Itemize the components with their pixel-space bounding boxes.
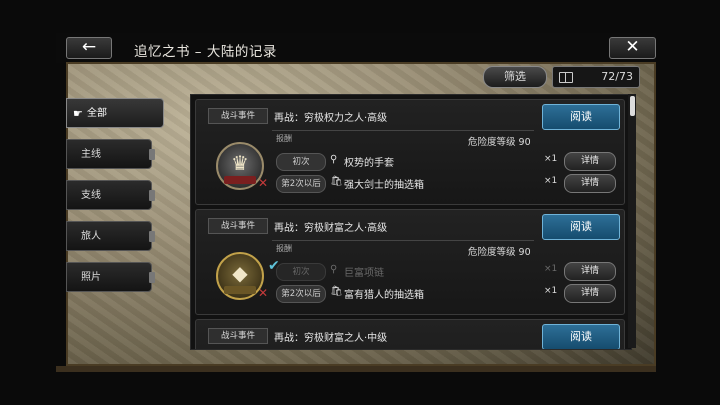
tab-notch-icon xyxy=(149,149,155,160)
sidebar-item-side[interactable]: 支线 xyxy=(66,180,155,210)
chest-icon: 🛍 xyxy=(330,286,343,297)
filter-button[interactable]: 筛选 xyxy=(483,66,547,88)
reward-quantity: ×1 xyxy=(544,154,558,164)
gauntlet-icon: ⚲ xyxy=(330,154,338,165)
sidebar-item-label: 支线 xyxy=(81,190,101,201)
reward-row: 第2次以后 🛍 强大剑士的抽选箱 ×1 详情 xyxy=(274,174,620,193)
sidebar-item-photo[interactable]: 照片 xyxy=(66,262,155,292)
reward-quantity: ×1 xyxy=(544,286,558,296)
tab-notch-icon xyxy=(149,190,155,201)
pointer-hand-icon: ☛ xyxy=(73,107,83,120)
reward-item-name: 富有猎人的抽选箱 xyxy=(344,290,424,301)
reward-item-name: 强大剑士的抽选箱 xyxy=(344,180,424,191)
scroll-thumb[interactable] xyxy=(630,96,635,116)
detail-button[interactable]: 详情 xyxy=(564,152,616,171)
counter-value: 72/73 xyxy=(601,70,633,83)
close-icon: ✕ xyxy=(625,37,640,57)
necklace-icon: ⚲ xyxy=(330,264,338,275)
read-button[interactable]: 阅读 xyxy=(542,214,620,240)
sidebar-item-label: 全部 xyxy=(87,108,107,119)
sidebar-item-main[interactable]: 主线 xyxy=(66,139,155,169)
event-type-badge: 战斗事件 xyxy=(208,218,268,234)
list-scrollbar[interactable] xyxy=(628,94,636,348)
first-clear-tag: 初次 xyxy=(276,263,326,281)
card-title: 再战：穷极财富之人·中级 xyxy=(274,333,388,344)
page-title: 追忆之书 – 大陆的记录 xyxy=(134,44,277,60)
sidebar-item-all[interactable]: ☛ 全部 xyxy=(66,98,164,128)
record-card: 战斗事件 再战：穷极权力之人·高级 阅读 报酬 危险度等级 90 ♛ ✕ 初次 … xyxy=(195,99,625,205)
detail-button[interactable]: 详情 xyxy=(564,262,616,281)
sidebar-item-label: 主线 xyxy=(81,149,101,160)
crossed-swords-icon: ✕ xyxy=(257,286,268,300)
detail-button[interactable]: 详情 xyxy=(564,174,616,193)
reward-quantity: ×1 xyxy=(544,264,558,274)
read-button[interactable]: 阅读 xyxy=(542,324,620,349)
repeat-clear-tag: 第2次以后 xyxy=(276,285,326,303)
divider xyxy=(272,240,534,241)
danger-level: 危险度等级 90 xyxy=(468,137,531,148)
collection-counter: 72/73 xyxy=(552,66,640,88)
gem-emblem-icon: ◆ ✕ xyxy=(216,252,268,300)
record-list: 战斗事件 再战：穷极权力之人·高级 阅读 报酬 危险度等级 90 ♛ ✕ 初次 … xyxy=(190,94,632,350)
back-arrow-icon: ← xyxy=(81,37,97,57)
detail-button[interactable]: 详情 xyxy=(564,284,616,303)
sidebar-item-label: 旅人 xyxy=(81,231,101,242)
card-title: 再战：穷极权力之人·高级 xyxy=(274,113,388,124)
crossed-swords-icon: ✕ xyxy=(257,176,268,190)
reward-row: 初次 ⚲ 权势的手套 ×1 详情 xyxy=(274,152,620,171)
record-card: 战斗事件 再战：穷极财富之人·高级 阅读 报酬 危险度等级 90 ◆ ✕ ✔ 初… xyxy=(195,209,625,315)
tab-notch-icon xyxy=(149,231,155,242)
reward-label: 报酬 xyxy=(276,134,292,143)
book-icon xyxy=(559,72,573,83)
reward-item-name: 权势的手套 xyxy=(344,158,394,169)
divider xyxy=(272,130,534,131)
reward-row: 第2次以后 🛍 富有猎人的抽选箱 ×1 详情 xyxy=(274,284,620,303)
reward-item-name: 巨富项链 xyxy=(344,268,384,279)
chest-icon: 🛍 xyxy=(330,176,343,187)
reward-row: ✔ 初次 ⚲ 巨富项链 ×1 详情 xyxy=(268,258,620,281)
back-button[interactable]: ← xyxy=(66,37,112,59)
sidebar-item-traveler[interactable]: 旅人 xyxy=(66,221,155,251)
card-title: 再战：穷极财富之人·高级 xyxy=(274,223,388,234)
event-type-badge: 战斗事件 xyxy=(208,328,268,344)
bottom-border xyxy=(56,366,656,372)
tab-notch-icon xyxy=(149,272,155,283)
read-button[interactable]: 阅读 xyxy=(542,104,620,130)
first-clear-tag: 初次 xyxy=(276,153,326,171)
event-type-badge: 战斗事件 xyxy=(208,108,268,124)
danger-level: 危险度等级 90 xyxy=(468,247,531,258)
record-card: 战斗事件 再战：穷极财富之人·中级 阅读 xyxy=(195,319,625,349)
close-button[interactable]: ✕ xyxy=(609,37,656,59)
crown-emblem-icon: ♛ ✕ xyxy=(216,142,268,190)
reward-quantity: ×1 xyxy=(544,176,558,186)
sidebar-item-label: 照片 xyxy=(81,272,101,283)
reward-label: 报酬 xyxy=(276,244,292,253)
repeat-clear-tag: 第2次以后 xyxy=(276,175,326,193)
